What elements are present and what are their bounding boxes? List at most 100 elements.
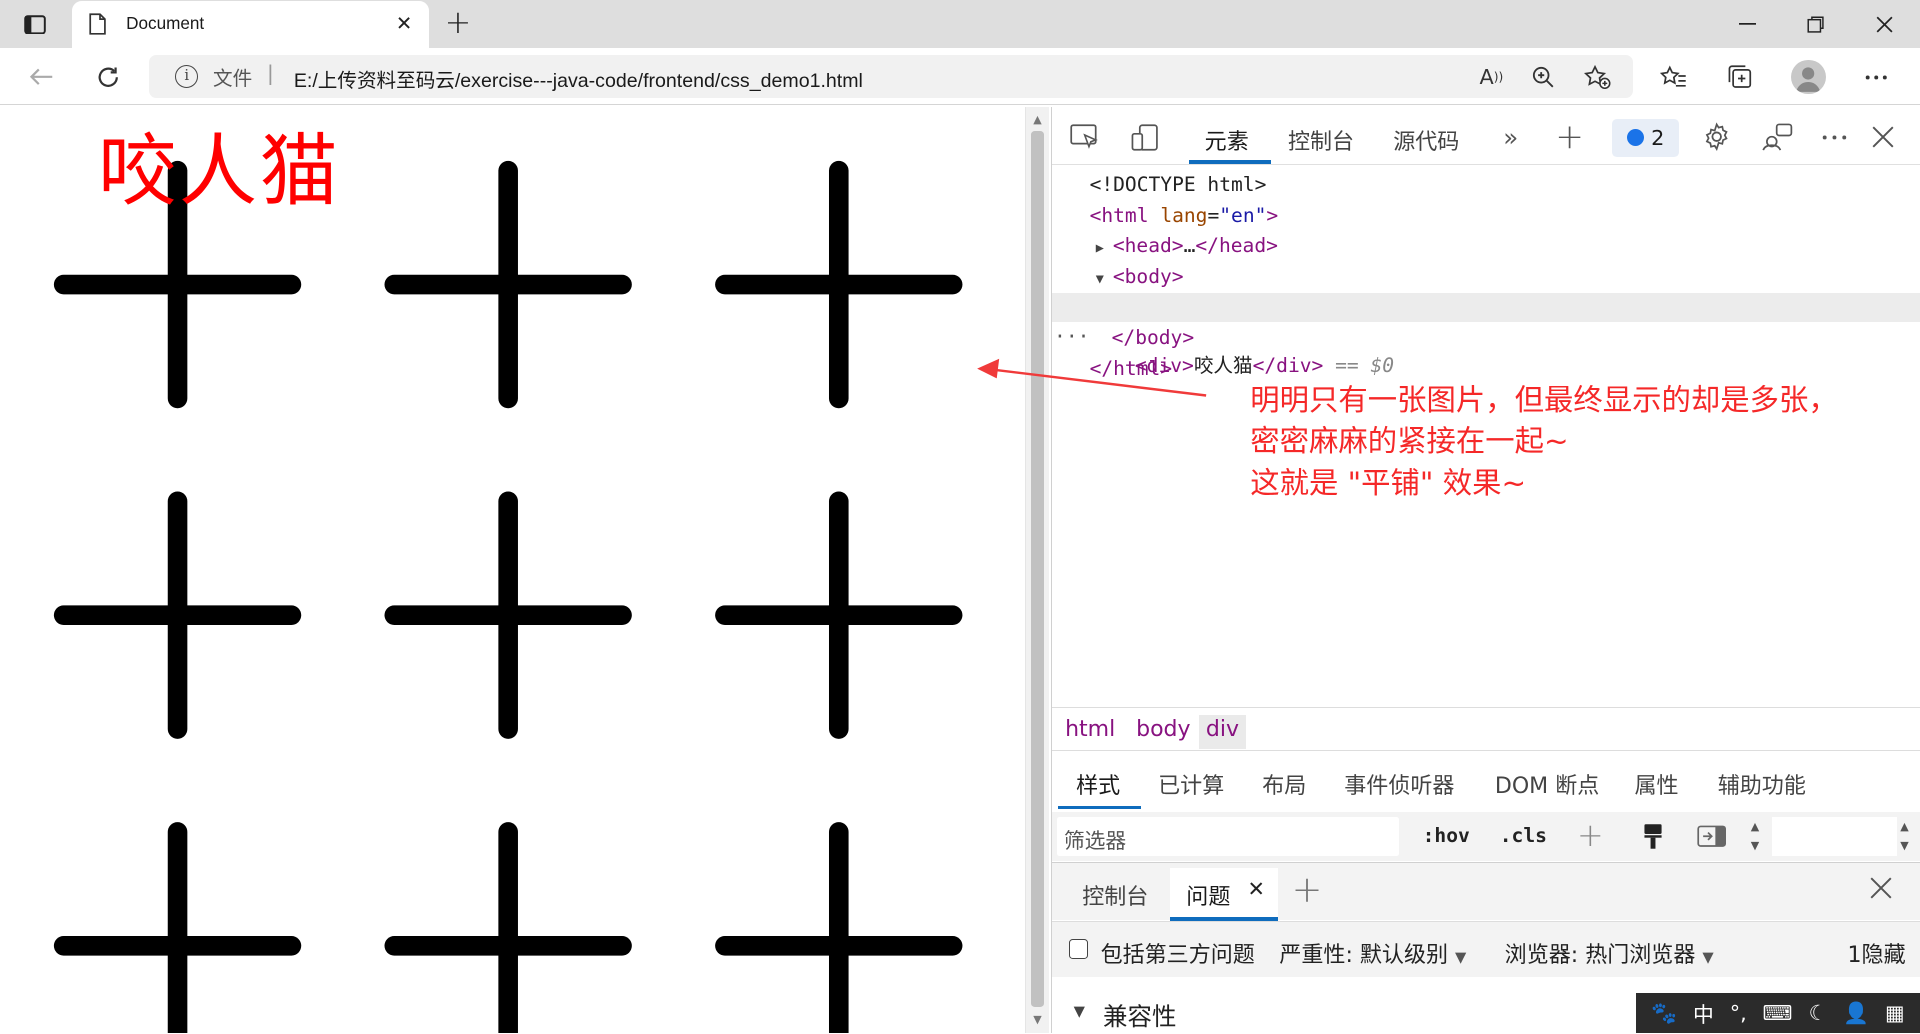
- hov-button[interactable]: :hov: [1423, 824, 1470, 847]
- refresh-icon[interactable]: [88, 59, 127, 96]
- url-separator: |: [266, 61, 274, 86]
- hidden-count: 1隐藏: [1847, 942, 1906, 968]
- active-tab-indicator: [1188, 160, 1271, 165]
- browser-caret-icon: ▼: [1702, 948, 1714, 966]
- tab-styles[interactable]: 样式: [1076, 768, 1120, 800]
- new-rule-icon[interactable]: +: [1574, 816, 1606, 854]
- browser-toolbar: i 文件 | E:/上传资料至码云/exercise---java-code/f…: [0, 47, 1920, 106]
- favorites-icon[interactable]: [1656, 60, 1693, 94]
- third-party-checkbox[interactable]: [1068, 938, 1089, 959]
- tab-layout[interactable]: 布局: [1262, 768, 1306, 800]
- dom-body-close[interactable]: </body>: [1112, 323, 1195, 352]
- scroll-thumb[interactable]: [1030, 131, 1045, 1007]
- tab-sources[interactable]: 源代码: [1393, 124, 1459, 156]
- close-tab-icon[interactable]: ✕: [392, 12, 416, 36]
- doctype-text: <!DOCTYPE html>: [1089, 173, 1267, 197]
- scroll-down-icon[interactable]: ▼: [1031, 1013, 1044, 1026]
- paint-brush-icon[interactable]: [1637, 820, 1669, 852]
- filter-input[interactable]: 筛选器: [1056, 816, 1400, 856]
- collapse-triangle-icon[interactable]: ▼: [1096, 265, 1113, 294]
- profile-avatar[interactable]: [1791, 60, 1826, 95]
- cls-button[interactable]: .cls: [1500, 824, 1547, 847]
- zoom-icon[interactable]: [1527, 61, 1559, 93]
- ime-lang[interactable]: 中: [1693, 998, 1714, 1028]
- head-tag: head: [1124, 234, 1172, 258]
- add-tool-icon[interactable]: +: [1554, 117, 1586, 157]
- address-bar[interactable]: i 文件 | E:/上传资料至码云/exercise---java-code/f…: [149, 55, 1634, 98]
- scroll-up-icon[interactable]: ▲: [1031, 113, 1044, 126]
- back-icon[interactable]: [22, 59, 61, 96]
- severity-caret-icon: ▼: [1455, 948, 1467, 966]
- close-window-button[interactable]: [1856, 6, 1912, 43]
- devtools-menu-icon[interactable]: [1818, 121, 1850, 153]
- user-icon[interactable]: 👤: [1843, 1001, 1869, 1026]
- new-tab-button[interactable]: +: [441, 6, 475, 41]
- feedback-icon[interactable]: [1762, 121, 1794, 153]
- drawer-tab-issues[interactable]: 问题: [1186, 879, 1230, 911]
- lang-val: "en": [1219, 203, 1267, 227]
- inspect-icon[interactable]: [1069, 121, 1101, 153]
- plus-tile: [384, 491, 632, 739]
- collections-icon[interactable]: [1722, 60, 1759, 94]
- issues-badge[interactable]: 2: [1612, 118, 1679, 157]
- dollar-zero: == $0: [1335, 354, 1395, 378]
- add-drawer-tool-icon[interactable]: +: [1292, 868, 1323, 911]
- punct-icon[interactable]: °,: [1730, 1001, 1747, 1025]
- tab-console[interactable]: 控制台: [1288, 124, 1354, 156]
- paw-icon[interactable]: 🐾: [1651, 1001, 1677, 1026]
- breadcrumb-body[interactable]: body: [1129, 715, 1198, 749]
- dom-head[interactable]: ▶ <head>…</head>: [1096, 231, 1278, 260]
- drawer-tab-console[interactable]: 控制台: [1082, 879, 1148, 911]
- browser-tab[interactable]: Document ✕: [72, 1, 429, 48]
- severity-dropdown[interactable]: 严重性: 默认级别 ▼: [1279, 937, 1466, 969]
- browser-dropdown[interactable]: 浏览器: 热门浏览器 ▼: [1505, 937, 1714, 969]
- plus-tile: [384, 821, 632, 1034]
- close-issues-tab-icon[interactable]: ✕: [1248, 877, 1265, 901]
- more-menu-icon[interactable]: [1858, 60, 1895, 94]
- read-aloud-icon[interactable]: A)): [1476, 61, 1508, 93]
- tab-event-listeners[interactable]: 事件侦听器: [1344, 768, 1454, 800]
- close-drawer-icon[interactable]: [1870, 877, 1892, 905]
- grid-icon[interactable]: ▦: [1885, 1001, 1905, 1025]
- restore-button[interactable]: [1788, 6, 1844, 43]
- close-devtools-icon[interactable]: [1867, 121, 1899, 153]
- keyboard-icon[interactable]: ⌨: [1763, 1001, 1793, 1025]
- minimize-button[interactable]: [1719, 6, 1775, 43]
- tab-actions-icon[interactable]: [12, 9, 59, 41]
- breadcrumb-html[interactable]: html: [1058, 715, 1123, 749]
- page-viewport: 咬人猫: [0, 106, 1025, 1034]
- toggle-sidebar-icon[interactable]: [1696, 820, 1728, 852]
- tab-properties[interactable]: 属性: [1634, 768, 1678, 800]
- drawer-tabbar: 控制台 问题 ✕ +: [1051, 862, 1920, 921]
- issues-count: 2: [1651, 125, 1665, 150]
- page-scrollbar[interactable]: ▲ ▼: [1024, 106, 1050, 1034]
- dom-doctype[interactable]: <!DOCTYPE html>: [1090, 170, 1267, 199]
- tab-computed[interactable]: 已计算: [1158, 768, 1224, 800]
- dom-div-selected[interactable]: ··· <div>咬人猫</div> == $0: [1051, 292, 1920, 377]
- breadcrumb: html body div: [1051, 706, 1920, 751]
- dom-html[interactable]: <html lang="en">: [1090, 201, 1279, 230]
- url-text[interactable]: E:/上传资料至码云/exercise---java-code/frontend…: [294, 64, 863, 93]
- breadcrumb-div[interactable]: div: [1198, 714, 1247, 750]
- tab-elements[interactable]: 元素: [1205, 124, 1249, 156]
- annotation-line-3: 这就是 "平铺" 效果~: [1250, 465, 1527, 500]
- tab-dom-breakpoints[interactable]: DOM 断点: [1495, 768, 1599, 800]
- moon-icon[interactable]: ☾: [1809, 1001, 1828, 1025]
- dom-html-close[interactable]: </html>: [1090, 354, 1173, 383]
- device-emulation-icon[interactable]: [1129, 121, 1161, 153]
- styles-pane-input[interactable]: [1771, 816, 1897, 856]
- stepper-icon[interactable]: ▲ ▼: [1751, 817, 1759, 856]
- add-favorite-icon[interactable]: [1582, 61, 1614, 93]
- info-icon[interactable]: i: [175, 64, 199, 89]
- stepper-right-icon[interactable]: ▲ ▼: [1900, 817, 1908, 856]
- compat-label: 兼容性: [1103, 1001, 1177, 1031]
- ime-toolbar: 🐾 中 °, ⌨ ☾ 👤 ▦: [1635, 993, 1920, 1034]
- tab-title: Document: [126, 13, 205, 34]
- dom-body[interactable]: ▼ <body>: [1096, 262, 1184, 291]
- devtools-tabbar: 元素 控制台 源代码 » + 2: [1051, 107, 1920, 166]
- compat-collapse-icon[interactable]: ▼: [1074, 1003, 1085, 1020]
- settings-gear-icon[interactable]: [1701, 121, 1733, 153]
- expand-triangle-icon[interactable]: ▶: [1096, 234, 1113, 263]
- tab-accessibility[interactable]: 辅助功能: [1718, 768, 1806, 800]
- more-tabs-icon[interactable]: »: [1495, 121, 1527, 153]
